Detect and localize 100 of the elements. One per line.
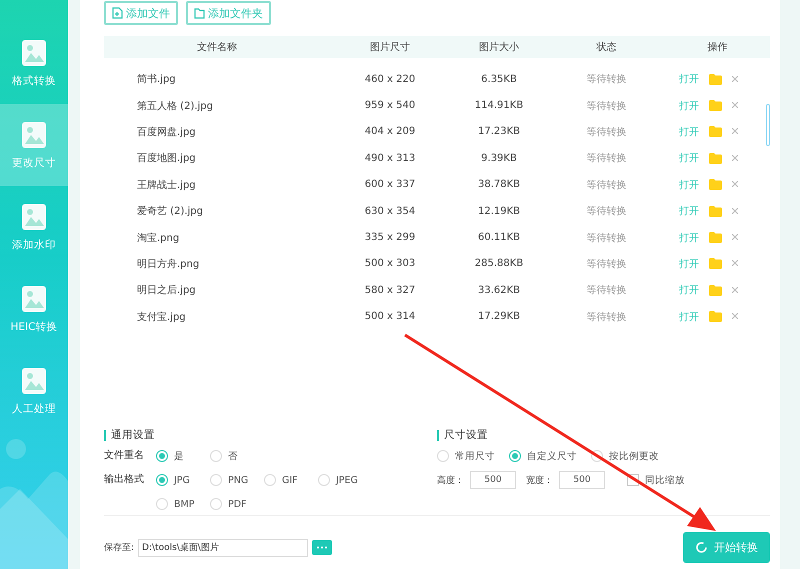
status-text: 等待转换	[586, 258, 628, 271]
file-name: 明日之后.jpg	[136, 284, 197, 298]
folder-icon[interactable]	[709, 232, 722, 244]
column-header: 图片尺寸	[369, 40, 411, 54]
folder-icon[interactable]	[709, 74, 722, 85]
file-add-icon	[112, 7, 123, 19]
sidebar-item[interactable]: 添加水印	[0, 186, 68, 268]
dots-icon	[316, 546, 328, 549]
radio-option[interactable]: JPG	[156, 471, 210, 489]
section-title: 尺寸设置	[437, 430, 757, 441]
image-dimensions: 404 x 209	[364, 126, 416, 138]
file-name: 支付宝.jpg	[136, 310, 187, 324]
radio-option[interactable]: BMP	[156, 495, 210, 513]
column-header: 图片大小	[478, 40, 520, 54]
open-link[interactable]: 打开	[679, 310, 699, 324]
image-dimensions: 580 x 327	[364, 284, 416, 296]
file-size: 285.88KB	[474, 258, 524, 270]
image-dimensions: 460 x 220	[364, 74, 416, 85]
status-text: 等待转换	[586, 152, 628, 166]
keep-ratio-checkbox[interactable]: 同比缩放	[627, 471, 685, 489]
image-dimensions: 959 x 540	[364, 100, 416, 112]
open-link[interactable]: 打开	[679, 151, 699, 166]
folder-icon[interactable]	[709, 206, 722, 217]
open-link[interactable]: 打开	[679, 72, 699, 86]
section-title: 通用设置	[104, 430, 437, 441]
image-dimensions: 500 x 303	[364, 258, 416, 270]
refresh-icon	[695, 541, 708, 554]
radio-option[interactable]: 是	[156, 447, 210, 465]
status-text: 等待转换	[586, 204, 628, 218]
height-field[interactable]: 500	[470, 471, 516, 489]
folder-icon[interactable]	[709, 311, 722, 322]
sidebar-item[interactable]: 人工处理	[0, 350, 68, 432]
radio-option[interactable]: 否	[210, 447, 264, 465]
file-name: 百度网盘.jpg	[136, 126, 197, 139]
image-dimensions: 335 x 299	[364, 232, 416, 244]
width-label: 宽度：	[526, 474, 553, 486]
radio-option[interactable]: PDF	[210, 495, 264, 513]
open-link[interactable]: 打开	[679, 256, 699, 271]
file-name: 百度地图.jpg	[136, 152, 197, 166]
start-button[interactable]: 开始转换	[683, 532, 770, 563]
radio-option[interactable]: 按比例更改	[591, 447, 659, 465]
image-dimensions: 500 x 314	[364, 311, 416, 322]
sidebar-item[interactable]: 格式转换	[0, 22, 68, 104]
open-link[interactable]: 打开	[679, 124, 699, 139]
open-link[interactable]: 打开	[679, 230, 699, 245]
open-link[interactable]: 打开	[679, 178, 699, 192]
width-field[interactable]: 500	[559, 471, 605, 489]
open-link[interactable]: 打开	[679, 98, 699, 113]
close-icon[interactable]	[732, 152, 738, 164]
status-text: 等待转换	[586, 178, 628, 192]
image-dimensions: 630 x 354	[364, 206, 416, 217]
file-name: 王牌战士.jpg	[136, 178, 197, 192]
add-button[interactable]: 添加文件夹	[186, 1, 271, 25]
folder-icon[interactable]	[709, 284, 722, 296]
file-size: 17.29KB	[476, 311, 522, 322]
column-header: 文件名称	[196, 40, 238, 54]
file-name: 简书.jpg	[136, 72, 177, 86]
open-link[interactable]: 打开	[679, 204, 699, 218]
image-icon	[20, 120, 48, 150]
setting-label: 输出格式	[104, 472, 145, 487]
status-text: 等待转换	[586, 284, 628, 298]
image-dimensions: 600 x 337	[364, 179, 416, 190]
image-icon	[20, 366, 48, 396]
radio-option[interactable]: 自定义尺寸	[509, 447, 577, 465]
status-text: 等待转换	[586, 100, 628, 113]
image-icon	[20, 284, 48, 314]
scrollbar-thumb[interactable]	[766, 104, 770, 146]
close-icon[interactable]	[732, 74, 738, 85]
folder-icon[interactable]	[709, 179, 722, 190]
folder-icon[interactable]	[709, 100, 722, 112]
setting-label: 文件重名	[104, 448, 145, 463]
add-button[interactable]: 添加文件	[104, 1, 178, 25]
sidebar-item[interactable]: 更改尺寸	[0, 104, 68, 186]
radio-option[interactable]: GIF	[264, 471, 318, 489]
folder-icon[interactable]	[709, 152, 722, 164]
file-name: 明日方舟.png	[136, 258, 200, 271]
radio-option[interactable]: 常用尺寸	[437, 447, 495, 465]
status-text: 等待转换	[586, 72, 628, 86]
sidebar-item[interactable]: HEIC转换	[0, 268, 68, 350]
radio-option[interactable]: JPEG	[318, 471, 372, 489]
folder-icon[interactable]	[709, 126, 722, 138]
file-name: 爱奇艺 (2).jpg	[136, 204, 204, 218]
close-icon[interactable]	[732, 284, 738, 296]
save-label: 保存至:	[104, 542, 134, 554]
close-icon[interactable]	[732, 206, 738, 217]
height-label: 高度：	[437, 474, 464, 486]
browse-button[interactable]	[312, 540, 332, 555]
file-name: 第五人格 (2).jpg	[136, 100, 214, 113]
status-text: 等待转换	[586, 126, 628, 139]
folder-icon[interactable]	[709, 258, 722, 270]
file-name: 淘宝.png	[136, 232, 180, 245]
open-link[interactable]: 打开	[679, 283, 699, 298]
image-icon	[20, 38, 48, 68]
save-path-field[interactable]: D:\tools\桌面\图片	[138, 538, 308, 556]
status-text: 等待转换	[586, 310, 628, 324]
radio-option[interactable]: PNG	[210, 471, 264, 489]
file-size: 114.91KB	[474, 100, 524, 112]
status-text: 等待转换	[586, 232, 628, 245]
file-size: 6.35KB	[480, 74, 518, 85]
file-size: 12.19KB	[476, 206, 522, 217]
